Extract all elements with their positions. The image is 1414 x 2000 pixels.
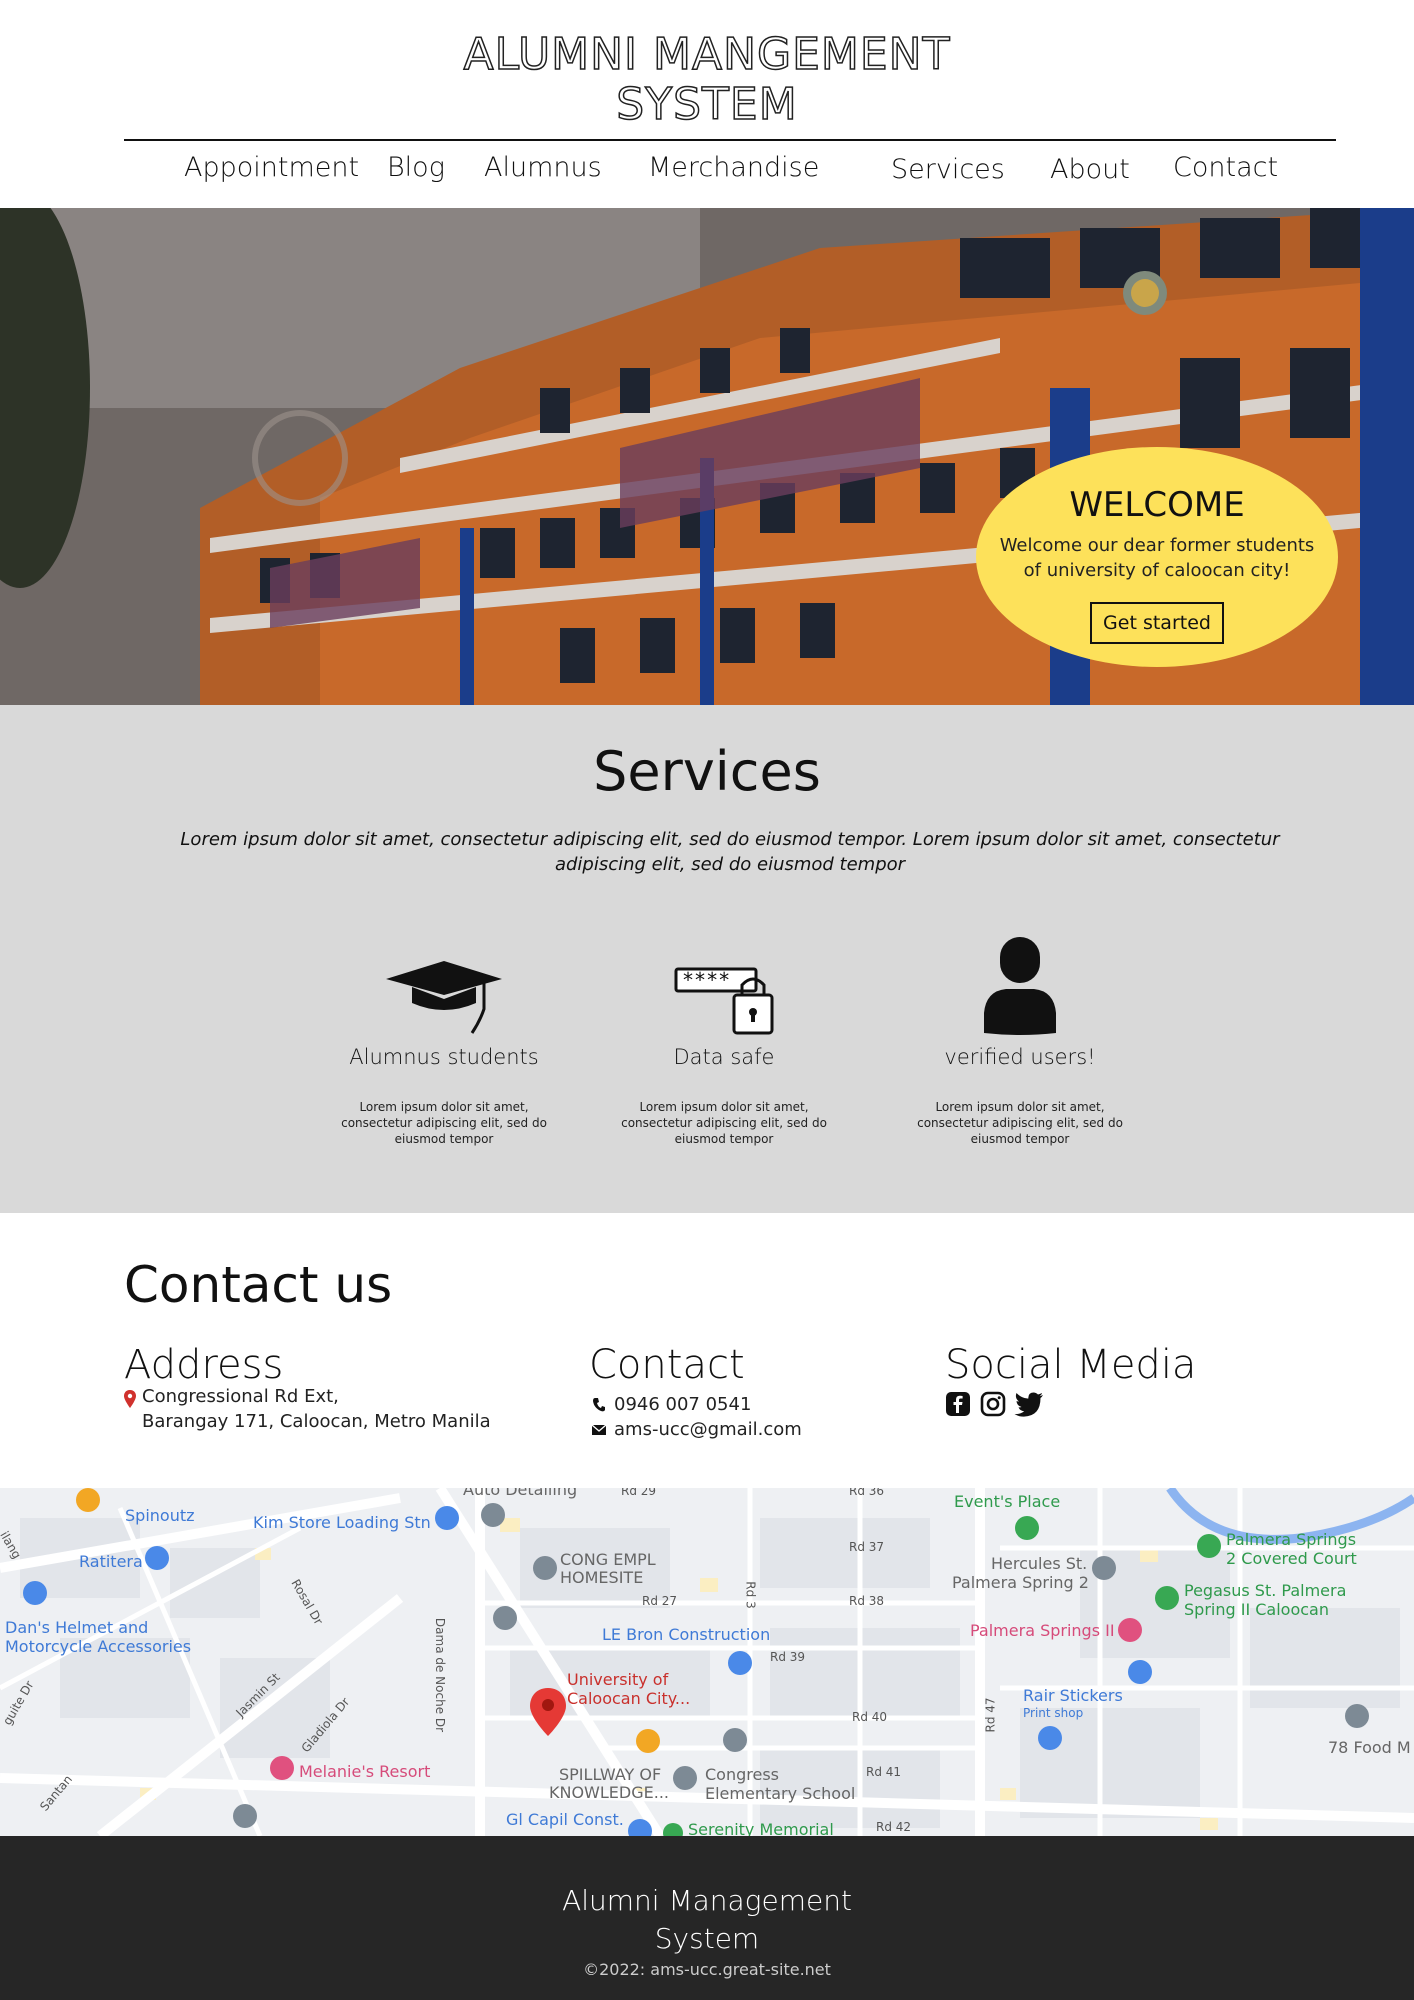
address-heading: Address (124, 1342, 284, 1388)
location-pin-icon (124, 1390, 136, 1408)
map-place-spinoutz[interactable]: Spinoutz (125, 1506, 195, 1525)
road-rd36: Rd 36 (849, 1488, 885, 1498)
road-rd29: Rd 29 (621, 1488, 657, 1498)
footer-title: Alumni Management System (0, 1882, 1414, 1958)
map-place-congempl-1[interactable]: CONG EMPL (560, 1550, 656, 1569)
nav-contact[interactable]: Contact (1173, 152, 1278, 183)
address-line-2: Barangay 171, Caloocan, Metro Manila (142, 1411, 491, 1432)
email-row: ams-ucc@gmail.com (592, 1419, 802, 1440)
phone-row: 0946 007 0541 (592, 1394, 751, 1415)
svg-text:****: **** (682, 968, 730, 992)
nav-blog[interactable]: Blog (387, 152, 445, 183)
road-rd37: Rd 37 (849, 1540, 885, 1554)
social-media-heading: Social Media (945, 1342, 1197, 1388)
map-place-pegasus-2[interactable]: Spring II Caloocan (1184, 1600, 1329, 1619)
services-intro: Lorem ipsum dolor sit amet, consectetur … (180, 829, 1280, 875)
map-place-hercules-1[interactable]: Hercules St. (991, 1554, 1087, 1573)
footer-title-line-2: System (654, 1922, 760, 1955)
services-section: Services Lorem ipsum dolor sit amet, con… (0, 705, 1414, 1213)
map-place-food[interactable]: 78 Food M (1328, 1738, 1411, 1757)
location-map[interactable]: Spinoutz Kim Store Loading Stn Auto Deta… (0, 1488, 1414, 1836)
map-place-ratitera[interactable]: Ratitera (79, 1552, 143, 1571)
map-place-auto[interactable]: Auto Detailing (463, 1488, 577, 1499)
map-place-palmera-court-2[interactable]: 2 Covered Court (1226, 1549, 1357, 1568)
map-place-events[interactable]: Event's Place (954, 1492, 1060, 1511)
map-place-spillway-1[interactable]: SPILLWAY OF (559, 1765, 661, 1784)
phone-number[interactable]: 0946 007 0541 (614, 1394, 751, 1415)
instagram-icon[interactable] (980, 1391, 1006, 1417)
service-title: Alumnus students (349, 1045, 539, 1069)
map-place-rair-2[interactable]: Print shop (1023, 1706, 1083, 1720)
map-place-congempl-2[interactable]: HOMESITE (560, 1568, 643, 1587)
map-place-ucc-1[interactable]: University of (567, 1670, 668, 1689)
road-rd3: Rd 3 (743, 1581, 758, 1609)
address-line-1: Congressional Rd Ext, (142, 1386, 339, 1407)
map-place-dans-2[interactable]: Motorcycle Accessories (5, 1637, 191, 1656)
map-place-ucc-2[interactable]: Caloocan City... (567, 1689, 690, 1708)
map-place-rair-1[interactable]: Rair Stickers (1023, 1686, 1123, 1705)
service-card-data-safe: **** Data safe Lorem ipsum dolor sit ame… (594, 935, 854, 1147)
road-rd41: Rd 41 (866, 1765, 902, 1779)
map-place-palmera-court-1[interactable]: Palmera Springs (1226, 1530, 1356, 1549)
graduation-cap-icon (386, 961, 502, 1034)
service-desc: Lorem ipsum dolor sit amet, consectetur … (917, 1100, 1123, 1146)
nav-services[interactable]: Services (891, 154, 1005, 185)
service-title: Data safe (673, 1045, 775, 1069)
email-address[interactable]: ams-ucc@gmail.com (614, 1419, 802, 1440)
user-icon (984, 937, 1056, 1035)
road-rd40: Rd 40 (852, 1710, 888, 1724)
service-title: verified users! (944, 1045, 1096, 1069)
welcome-card: WELCOME Welcome our dear former students… (976, 447, 1338, 667)
map-place-dans-1[interactable]: Dan's Helmet and (5, 1618, 148, 1637)
map-place-congress-2[interactable]: Elementary School (705, 1784, 855, 1803)
service-desc: Lorem ipsum dolor sit amet, consectetur … (341, 1100, 547, 1146)
service-card-alumnus: Alumnus students Lorem ipsum dolor sit a… (314, 935, 574, 1147)
password-lock-icon: **** (674, 967, 774, 1035)
service-desc: Lorem ipsum dolor sit amet, consectetur … (621, 1100, 827, 1146)
welcome-text: Welcome our dear former students of univ… (999, 535, 1315, 581)
site-title: ALUMNI MANGEMENT SYSTEM (0, 29, 1414, 131)
welcome-title: WELCOME (1069, 485, 1245, 525)
map-place-congress-1[interactable]: Congress (705, 1765, 779, 1784)
map-place-glcapil[interactable]: Gl Capil Const. (506, 1810, 624, 1829)
title-divider (124, 139, 1336, 141)
map-place-hercules-2[interactable]: Palmera Spring 2 (952, 1573, 1089, 1592)
nav-alumnus[interactable]: Alumnus (484, 152, 602, 183)
service-card-verified-users: verified users! Lorem ipsum dolor sit am… (890, 935, 1150, 1147)
road-dama: Dama de Noche Dr (433, 1617, 448, 1733)
twitter-icon[interactable] (1014, 1391, 1044, 1417)
contact-heading: Contact us (124, 1256, 393, 1314)
email-icon (592, 1424, 606, 1435)
site-footer: Alumni Management System ©2022: ams-ucc.… (0, 1836, 1414, 2000)
footer-copyright[interactable]: ©2022: ams-ucc.great-site.net (0, 1960, 1414, 1979)
footer-title-line-1: Alumni Management (562, 1884, 852, 1917)
map-place-pegasus-1[interactable]: Pegasus St. Palmera (1184, 1581, 1346, 1600)
services-title: Services (593, 740, 821, 803)
facebook-icon[interactable] (945, 1391, 971, 1417)
road-rd27: Rd 27 (642, 1594, 678, 1608)
nav-appointment[interactable]: Appointment (184, 152, 359, 183)
road-rd38: Rd 38 (849, 1594, 885, 1608)
map-place-melanie[interactable]: Melanie's Resort (299, 1762, 430, 1781)
map-place-serenity[interactable]: Serenity Memorial (688, 1820, 834, 1836)
get-started-button[interactable]: Get started (1090, 602, 1224, 644)
nav-about[interactable]: About (1050, 154, 1130, 185)
road-rd47: Rd 47 (983, 1697, 998, 1733)
map-place-kim-store[interactable]: Kim Store Loading Stn (253, 1513, 431, 1532)
phone-icon (593, 1397, 605, 1411)
map-place-spillway-2[interactable]: KNOWLEDGE... (549, 1783, 669, 1802)
site-title-text: ALUMNI MANGEMENT SYSTEM (463, 29, 951, 131)
map-place-palmera-ii[interactable]: Palmera Springs II (970, 1621, 1115, 1640)
nav-merchandise[interactable]: Merchandise (648, 152, 819, 183)
road-rd42: Rd 42 (876, 1820, 912, 1834)
contact-info-heading: Contact (589, 1342, 745, 1388)
road-rd39: Rd 39 (770, 1650, 806, 1664)
map-place-lebron[interactable]: LE Bron Construction (602, 1625, 770, 1644)
